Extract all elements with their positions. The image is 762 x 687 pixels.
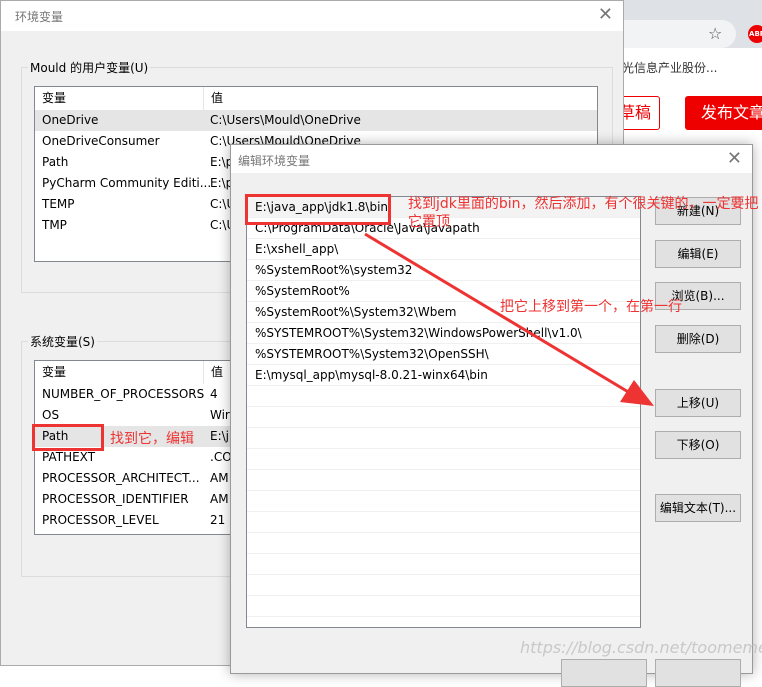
watermark: https://blog.csdn.net/toomemetoo [520, 638, 762, 657]
arrow-icon [364, 232, 654, 406]
